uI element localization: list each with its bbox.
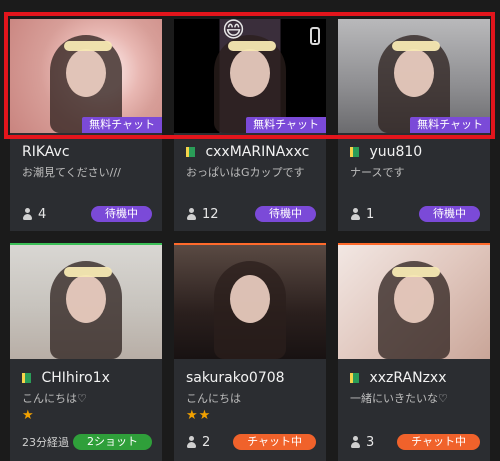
performer-message: おっぱいはGカップです [186, 166, 305, 179]
card-footer: 3 チャット中 [350, 433, 480, 451]
performer-face [230, 49, 270, 97]
person-icon [186, 436, 196, 448]
viewer-count-value: 4 [38, 206, 47, 222]
viewer-count: 3 [350, 435, 374, 450]
beginner-leaf-icon [186, 147, 195, 157]
face-blur [64, 41, 112, 51]
performer-thumbnail[interactable]: 無料チャット [338, 19, 490, 133]
beginner-leaf-icon [350, 373, 359, 383]
elapsed-time: 23分経過 [22, 436, 69, 449]
smiley-emoji-icon: 😄 [222, 19, 245, 43]
status-badge[interactable]: チャット中 [397, 434, 480, 450]
viewer-count-value: 2 [202, 434, 211, 450]
status-badge[interactable]: 待機中 [91, 206, 152, 222]
performer-face [394, 49, 434, 97]
face-blur [392, 267, 440, 277]
card-footer: 1 待機中 [350, 205, 480, 223]
viewer-count: 2 [186, 435, 210, 450]
free-chat-tag: 無料チャット [410, 117, 490, 133]
rating-stars: ★★ [186, 408, 212, 423]
performer-thumbnail[interactable]: 無料チャット [10, 19, 162, 133]
viewer-count: 1 [350, 207, 374, 222]
viewer-count: 4 [22, 207, 46, 222]
viewer-count-value: 12 [202, 206, 219, 222]
performer-name-text: RIKAvc [22, 144, 70, 160]
performer-card[interactable]: 無料チャット RIKAvc お潮見てください/// 4 待機中 [10, 19, 162, 231]
performer-face [66, 275, 106, 323]
person-icon [350, 436, 360, 448]
performer-name[interactable]: RIKAvc [22, 143, 152, 161]
free-chat-tag: 無料チャット [82, 117, 162, 133]
performer-card[interactable]: 無料チャット yuu810 ナースです 1 待機中 [338, 19, 490, 231]
status-badge[interactable]: チャット中 [233, 434, 316, 450]
performer-thumbnail[interactable] [10, 245, 162, 359]
status-badge[interactable]: 2ショット [73, 434, 152, 450]
viewer-count: 12 [186, 207, 219, 222]
performer-card[interactable]: xxzRANzxx 一緒にいきたいな♡ 3 チャット中 [338, 243, 490, 461]
performer-thumbnail[interactable]: 😄 無料チャット [174, 19, 326, 133]
card-footer: 12 待機中 [186, 205, 316, 223]
performer-name-text: yuu810 [369, 144, 423, 160]
card-footer: 2 チャット中 [186, 433, 316, 451]
performer-thumbnail[interactable] [338, 245, 490, 359]
beginner-leaf-icon [350, 147, 359, 157]
performer-thumbnail[interactable] [174, 245, 326, 359]
performer-name[interactable]: xxzRANzxx [350, 369, 480, 387]
person-icon [186, 208, 196, 220]
performer-name[interactable]: yuu810 [350, 143, 480, 161]
performer-grid: 無料チャット RIKAvc お潮見てください/// 4 待機中 😄 無料チャット… [0, 0, 500, 461]
performer-card[interactable]: 😄 無料チャット cxxMARINAxxc おっぱいはGカップです 12 待機中 [174, 19, 326, 231]
viewer-count-value: 1 [366, 206, 375, 222]
rating-stars: ★ [22, 408, 35, 423]
performer-name[interactable]: sakurako0708 [186, 369, 316, 387]
performer-face [230, 275, 270, 323]
beginner-leaf-icon [22, 373, 31, 383]
performer-message: こんにちは♡ [22, 392, 87, 405]
status-badge[interactable]: 待機中 [255, 206, 316, 222]
status-badge[interactable]: 待機中 [419, 206, 480, 222]
card-footer: 23分経過 2ショット [22, 433, 152, 451]
face-blur [392, 41, 440, 51]
performer-message: 一緒にいきたいな♡ [350, 392, 448, 405]
performer-name[interactable]: cxxMARINAxxc [186, 143, 316, 161]
performer-name-text: sakurako0708 [186, 370, 285, 386]
performer-card[interactable]: CHIhiro1x こんにちは♡ ★ 23分経過 2ショット [10, 243, 162, 461]
card-footer: 4 待機中 [22, 205, 152, 223]
face-blur [64, 267, 112, 277]
performer-name-text: xxzRANzxx [369, 370, 447, 386]
performer-message: こんにちは [186, 392, 241, 405]
performer-name[interactable]: CHIhiro1x [22, 369, 152, 387]
performer-name-text: cxxMARINAxxc [205, 144, 310, 160]
viewer-count-value: 3 [366, 434, 375, 450]
performer-face [394, 275, 434, 323]
performer-message: お潮見てください/// [22, 166, 121, 179]
person-icon [350, 208, 360, 220]
person-icon [22, 208, 32, 220]
performer-card[interactable]: sakurako0708 こんにちは ★★ 2 チャット中 [174, 243, 326, 461]
performer-name-text: CHIhiro1x [41, 370, 110, 386]
performer-message: ナースです [350, 166, 405, 179]
free-chat-tag: 無料チャット [246, 117, 326, 133]
performer-face [66, 49, 106, 97]
phone-icon [310, 27, 320, 45]
